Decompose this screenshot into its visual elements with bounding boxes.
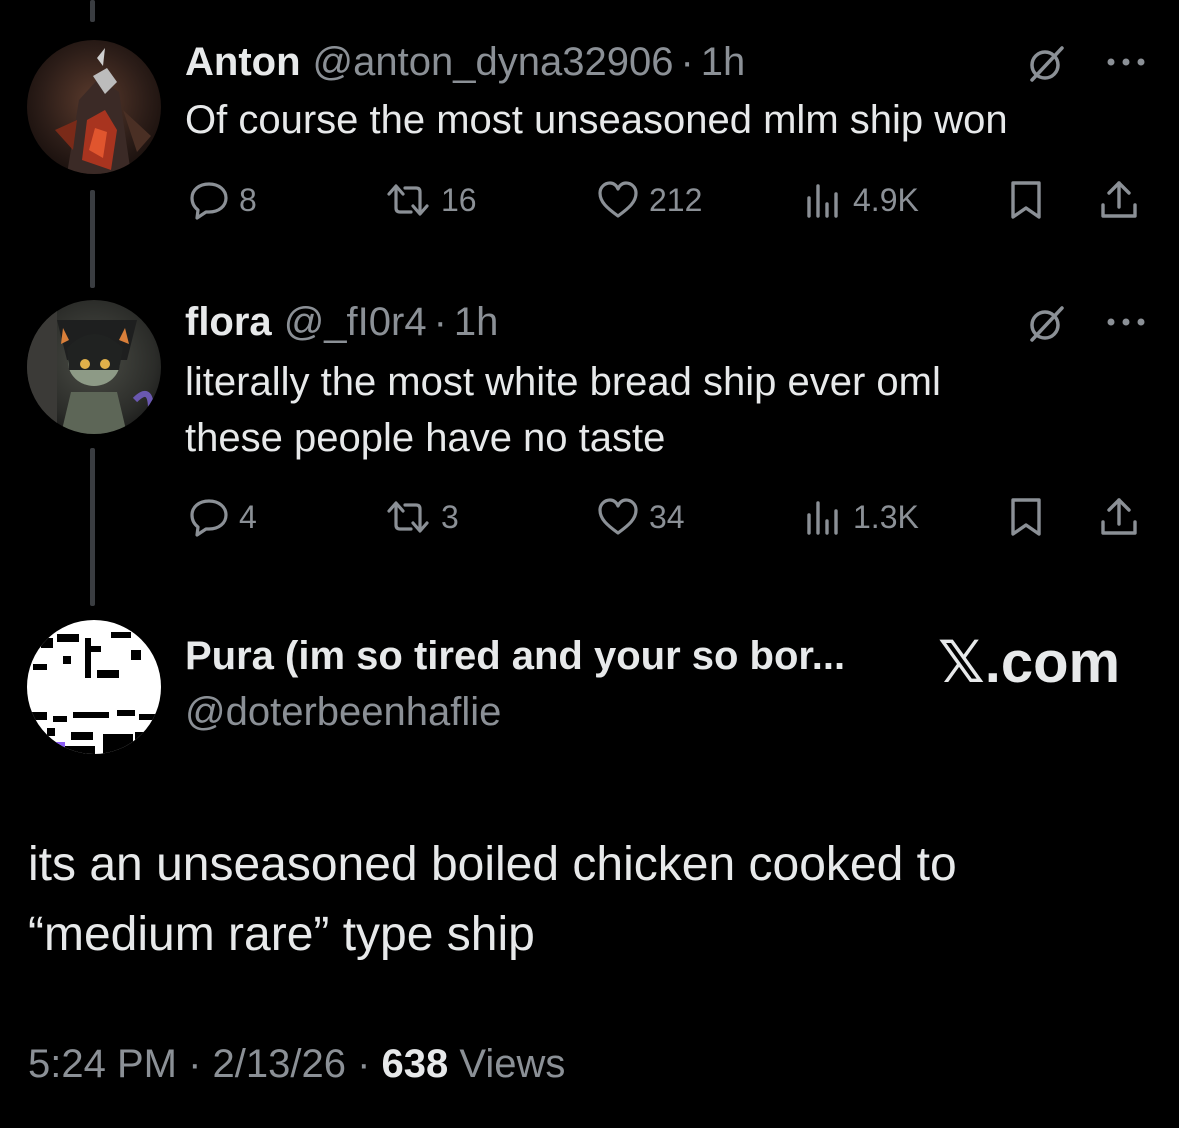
post-timestamp[interactable]: 5:24 PM · 2/13/26 ·: [28, 1042, 382, 1086]
views-button[interactable]: 4.9K: [803, 178, 919, 222]
share-button[interactable]: [1099, 495, 1149, 539]
reply-button[interactable]: 4: [189, 495, 257, 539]
views-count: 4.9K: [853, 182, 919, 218]
thread-line-top: [90, 0, 95, 22]
repost-button[interactable]: 16: [385, 178, 477, 222]
share-button[interactable]: [1099, 178, 1149, 222]
repost-icon: [387, 184, 429, 216]
like-button[interactable]: 34: [597, 495, 685, 539]
like-button[interactable]: 212: [597, 178, 702, 222]
avatar-anton-image: [27, 40, 161, 174]
repost-count: 3: [441, 499, 459, 535]
reply2-handle[interactable]: @_fI0r4: [284, 298, 427, 346]
x-com-brand: 𝕏 .com: [938, 628, 1120, 696]
repost-icon: [387, 501, 429, 533]
main-text-line1: its an unseasoned boiled chicken cooked …: [28, 838, 957, 891]
avatar-anton[interactable]: [27, 40, 161, 174]
reply1-actions: 8 16 212 4.9K: [185, 178, 1145, 222]
repost-count: 16: [441, 182, 477, 218]
reply1-separator: ·: [680, 40, 694, 84]
reply2-display-name[interactable]: flora: [185, 298, 272, 346]
reply1-handle[interactable]: @anton_dyna32906: [313, 38, 674, 86]
repost-button[interactable]: 3: [385, 495, 459, 539]
grok-icon[interactable]: [1024, 302, 1068, 346]
analytics-icon: [807, 501, 838, 535]
avatar-flora[interactable]: [27, 300, 161, 434]
views-count: 1.3K: [853, 499, 919, 535]
reply-icon: [190, 499, 228, 537]
thread-line-bottom: [90, 448, 95, 606]
reply-button[interactable]: 8: [189, 178, 257, 222]
heart-icon: [598, 498, 638, 535]
heart-icon: [598, 181, 638, 218]
thread-line-middle: [90, 190, 95, 288]
reply2-time[interactable]: 1h: [454, 298, 499, 346]
more-icon[interactable]: [1106, 55, 1146, 69]
avatar-flora-image: [27, 300, 161, 434]
reply1-text: Of course the most unseasoned mlm ship w…: [185, 98, 1008, 142]
reply1-header: Anton @anton_dyna32906 · 1h: [185, 38, 745, 86]
avatar-pura[interactable]: [27, 620, 161, 754]
views-button[interactable]: 1.3K: [803, 495, 919, 539]
reply2-separator: ·: [433, 300, 447, 344]
like-count: 34: [649, 499, 685, 535]
bookmark-button[interactable]: [1008, 495, 1054, 539]
x-logo-icon: 𝕏: [938, 630, 985, 695]
views-label: Views: [448, 1042, 566, 1086]
post-footer: 5:24 PM · 2/13/26 · 638 Views: [28, 1042, 565, 1087]
share-icon: [1101, 181, 1137, 218]
reply2-actions: 4 3 34 1.3K: [185, 495, 1145, 539]
views-total: 638: [381, 1042, 449, 1086]
bookmark-button[interactable]: [1008, 178, 1054, 222]
reply-icon: [190, 182, 228, 220]
reply2-text-line2: these people have no taste: [185, 416, 666, 460]
reply2-header: flora @_fI0r4 · 1h: [185, 298, 498, 346]
like-count: 212: [649, 182, 703, 218]
main-text-line2: “medium rare” type ship: [28, 908, 535, 961]
main-handle[interactable]: @doterbeenhaflie: [185, 690, 501, 735]
main-display-name[interactable]: Pura (im so tired and your so bor...: [185, 634, 845, 679]
reply-count: 8: [239, 182, 257, 218]
bookmark-icon: [1011, 181, 1041, 219]
x-com-suffix: .com: [984, 629, 1121, 695]
avatar-pura-image: [27, 620, 161, 754]
reply1-time[interactable]: 1h: [701, 38, 746, 86]
grok-icon[interactable]: [1024, 42, 1068, 86]
share-icon: [1101, 498, 1137, 535]
reply2-text-line1: literally the most white bread ship ever…: [185, 360, 941, 404]
analytics-icon: [807, 184, 838, 218]
bookmark-icon: [1011, 498, 1041, 536]
main-post-text: its an unseasoned boiled chicken cooked …: [28, 830, 957, 970]
reply-count: 4: [239, 499, 257, 535]
more-icon[interactable]: [1106, 315, 1146, 329]
reply1-display-name[interactable]: Anton: [185, 38, 301, 86]
